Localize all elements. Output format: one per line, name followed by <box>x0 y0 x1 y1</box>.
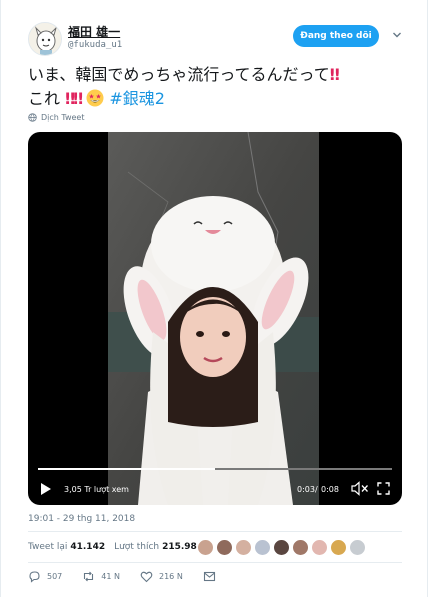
liker-avatar[interactable] <box>197 539 214 556</box>
liker-avatar[interactable] <box>311 539 328 556</box>
liker-avatar[interactable] <box>254 539 271 556</box>
video-time-separator: / <box>315 485 318 494</box>
liker-avatar[interactable] <box>292 539 309 556</box>
envelope-icon <box>203 571 215 582</box>
author-avatar[interactable] <box>28 22 62 56</box>
hashtag-link[interactable]: #銀魂2 <box>109 89 165 108</box>
author-name[interactable]: 福田 雄一 <box>68 23 120 40</box>
star-struck-emoji-icon <box>86 89 104 107</box>
tweet-actions: 507 41 N 216 N <box>28 570 236 583</box>
double-exclamation-emoji: ‼ <box>329 65 340 84</box>
view-count: 3,05 Tr lượt xem <box>64 485 129 494</box>
liker-avatar[interactable] <box>235 539 252 556</box>
heart-icon <box>140 571 153 583</box>
video-still-image <box>108 132 319 505</box>
retweet-button[interactable]: 41 N <box>82 570 120 583</box>
direct-message-button[interactable] <box>203 570 216 583</box>
liker-avatars <box>197 539 366 556</box>
tweet-text-main: いま、韓国でめっちゃ流行ってるんだって <box>28 65 330 84</box>
video-current-time: 0:03 <box>297 485 315 494</box>
video-progress-bar[interactable] <box>38 468 392 470</box>
reply-count: 507 <box>47 572 63 581</box>
like-button[interactable]: 216 N <box>140 570 183 583</box>
tweet-text-line-2: これ ‼‼ #銀魂2 <box>28 87 408 111</box>
retweets-label[interactable]: Tweet lại <box>28 542 67 552</box>
globe-icon <box>28 113 37 122</box>
tweet-text: いま、韓国でめっちゃ流行ってるんだって‼ これ ‼‼ #銀魂2 <box>28 63 408 111</box>
video-progress-fill <box>38 468 215 470</box>
author-handle[interactable]: @fukuda_u1 <box>68 40 122 50</box>
chevron-down-icon[interactable] <box>392 30 402 40</box>
tweet-timestamp[interactable]: 19:01 - 29 thg 11, 2018 <box>28 514 135 524</box>
translate-tweet-link[interactable]: Dịch Tweet <box>28 113 84 122</box>
double-exclamation-emoji-pair: ‼‼ <box>65 89 83 108</box>
retweet-count: 41 N <box>101 572 120 581</box>
like-count: 216 N <box>159 572 183 581</box>
divider <box>28 531 402 532</box>
tweet-card: 福田 雄一 @fukuda_u1 Đang theo dõi いま、韓国でめっち… <box>0 0 428 597</box>
liker-avatar[interactable] <box>330 539 347 556</box>
retweet-icon <box>84 571 94 582</box>
divider <box>28 562 402 563</box>
liker-avatar[interactable] <box>273 539 290 556</box>
mute-icon[interactable] <box>351 481 369 496</box>
fullscreen-icon[interactable] <box>377 482 390 495</box>
reply-icon <box>29 571 40 583</box>
video-total-time: 0:08 <box>321 485 339 494</box>
tweet-text-suffix: これ <box>28 89 61 108</box>
play-icon[interactable] <box>40 482 52 496</box>
video-frame <box>108 132 319 505</box>
likes-label[interactable]: Lượt thích <box>114 542 159 552</box>
liker-avatar[interactable] <box>349 539 366 556</box>
retweets-count[interactable]: 41.142 <box>70 542 105 552</box>
tweet-stats: Tweet lại 41.142 Lượt thích 215.984 <box>28 542 212 552</box>
translate-tweet-label: Dịch Tweet <box>41 113 85 122</box>
liker-avatar[interactable] <box>216 539 233 556</box>
tweet-text-line-1: いま、韓国でめっちゃ流行ってるんだって‼ <box>28 63 408 87</box>
video-player[interactable]: 3,05 Tr lượt xem 0:03 / 0:08 <box>28 132 402 505</box>
reply-button[interactable]: 507 <box>28 570 62 583</box>
following-button[interactable]: Đang theo dõi <box>293 25 379 47</box>
